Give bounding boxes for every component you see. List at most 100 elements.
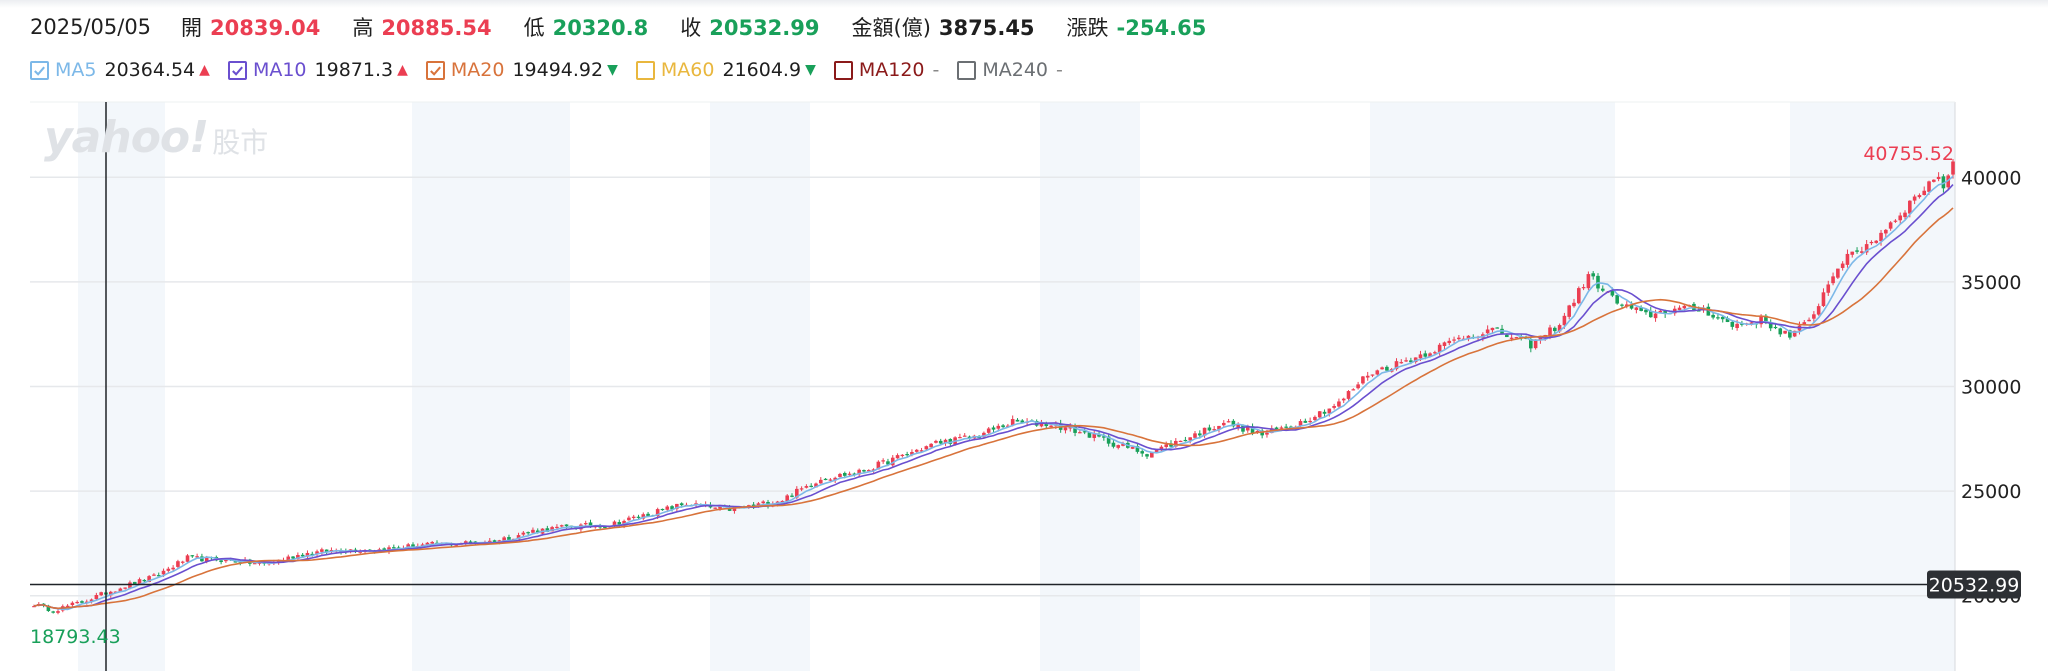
candle-body [1634,307,1639,310]
candle-body [1884,229,1888,234]
candle-body [1893,220,1898,222]
candle-body [123,587,127,589]
yahoo-watermark-logo: yahoo! 股市 [44,112,268,163]
candle-body [94,595,99,600]
candle-body [1150,452,1154,458]
y-tick-label: 35000 [1961,272,2021,294]
candle-body [1509,337,1514,339]
candle-body [1183,439,1188,442]
candle-body [1620,304,1624,306]
candle-body [679,503,684,506]
min-price-label: 18793.43 [30,626,121,648]
candle-body [1711,314,1715,318]
candle-body [804,486,809,488]
candle-body [636,516,641,518]
candle-body [660,508,665,511]
candle-body [1308,420,1312,423]
candle-body [1855,250,1859,252]
candle-body [1351,389,1356,391]
watermark-brand: yahoo! [44,112,209,163]
candle-body [1049,425,1053,427]
candle-body [962,435,967,437]
candle-body [195,556,199,558]
candle-body [934,440,938,443]
candle-body [1807,319,1811,322]
candle-body [1730,321,1735,327]
y-tick-label: 40000 [1961,167,2021,189]
candle-body [1874,240,1879,243]
candle-body [996,425,1001,429]
candle-body [1490,327,1495,331]
candle-body [847,473,852,475]
candle-body [991,427,996,430]
candle-body [1836,268,1840,278]
candle-body [612,521,617,526]
candle-body [1586,274,1591,289]
candle-body [929,443,933,448]
candle-body [152,574,156,576]
candle-body [300,554,305,557]
candle-body [1197,433,1202,436]
candle-body [924,446,929,450]
y-tick-label: 30000 [1961,377,2021,399]
candle-body [51,611,55,613]
candle-body [1063,427,1068,431]
candle-body [1888,222,1893,229]
candle-body [1783,330,1787,334]
candle-body [1591,273,1595,277]
candle-body [603,526,607,529]
candle-body [1078,432,1082,434]
candle-body [531,529,535,533]
candle-body [1581,287,1586,289]
candle-body [1903,212,1907,218]
candle-body [559,525,564,527]
candle-body [564,524,569,527]
candle-body [895,455,900,459]
candle-body [1361,376,1365,384]
candle-body [862,470,866,472]
candle-body [75,601,79,604]
candle-body [1265,432,1269,435]
candle-body [1130,446,1135,449]
candle-body [1912,196,1917,201]
candle-body [1452,339,1456,341]
candle-body [1879,232,1883,242]
candle-body [1845,253,1850,265]
candle-body [1932,179,1936,182]
candle-body [1572,302,1576,307]
candle-body [1927,181,1931,192]
candle-body [1404,360,1408,362]
candle-body [1370,374,1375,376]
candle-body [790,495,794,497]
candle-body [1812,314,1816,319]
candle-body [1716,317,1720,319]
last-price-label: 20532.99 [1929,575,2020,597]
candle-body [1922,190,1927,196]
candle-body [1869,241,1874,244]
candle-body [166,568,171,571]
candle-body [1433,352,1437,354]
candle-body [1682,305,1687,309]
candle-body [583,523,588,525]
candle-body [1831,276,1835,284]
candle-body [1279,427,1284,429]
candle-body [142,579,147,582]
candle-body [914,449,919,452]
candle-body [1917,195,1922,198]
candle-body [1221,422,1226,426]
candle-body [1816,306,1821,315]
candle-body [1442,342,1447,346]
ma10-line [33,184,1954,610]
candle-body [1313,416,1317,421]
candle-body [180,561,185,563]
candle-body [1576,288,1581,304]
candle-body [320,549,324,552]
candle-body [665,506,670,510]
candle-body [958,437,962,439]
candlestick-chart[interactable]: 400003500030000250002000020532.9940755.5… [0,0,2048,671]
candle-body [1284,426,1288,428]
candle-body [1553,327,1557,332]
candle-body [627,517,631,521]
candle-body [1850,251,1855,255]
candle-body [99,592,103,596]
